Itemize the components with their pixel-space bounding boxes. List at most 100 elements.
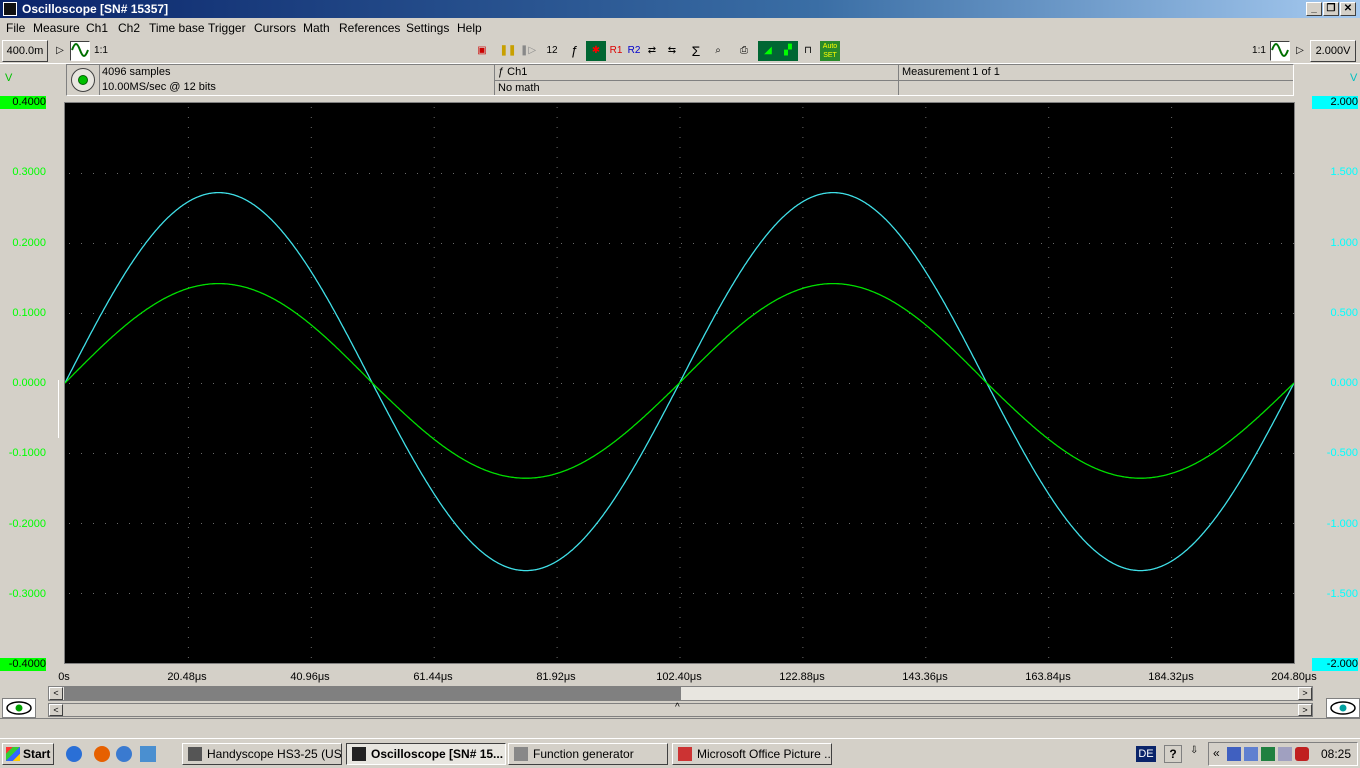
task-oscilloscope[interactable]: Oscilloscope [SN# 15... xyxy=(346,743,506,765)
zoom-marker[interactable]: ^ xyxy=(675,702,680,713)
grid-dot xyxy=(1048,187,1050,188)
ch2-probe-ratio[interactable]: 1:1 xyxy=(1248,41,1270,61)
security-shield-icon[interactable] xyxy=(1295,747,1309,761)
task-function-generator[interactable]: Function generator xyxy=(508,743,668,765)
grid-dot xyxy=(1053,453,1054,454)
menu-ch1[interactable]: Ch1 xyxy=(86,21,108,35)
task-picture-manager[interactable]: Microsoft Office Picture ... xyxy=(672,743,832,765)
language-indicator[interactable]: DE xyxy=(1136,746,1156,762)
zoom-left-button[interactable]: < xyxy=(49,704,63,716)
firefox-icon[interactable] xyxy=(94,746,110,762)
grid-dot xyxy=(225,523,226,524)
scroll-right-button[interactable]: > xyxy=(1298,687,1312,700)
grid-icon[interactable]: ▞ xyxy=(778,41,798,61)
network-icon[interactable] xyxy=(1227,747,1241,761)
import-icon[interactable]: ⇆ xyxy=(662,41,682,61)
grid-dot xyxy=(1171,327,1173,328)
grid-dot xyxy=(273,453,274,454)
quicklaunch-icon[interactable] xyxy=(140,746,156,762)
grid-dot xyxy=(1171,357,1173,358)
zoom-icon[interactable]: ⌕ xyxy=(708,41,728,61)
menu-settings[interactable]: Settings xyxy=(406,21,449,35)
function-icon[interactable]: ƒ xyxy=(564,41,584,61)
print-icon[interactable]: ⎙ xyxy=(734,41,754,61)
title-bar[interactable]: Oscilloscope [SN# 15357] _ ❐ ✕ xyxy=(0,0,1360,18)
zoom-right-button[interactable]: > xyxy=(1298,704,1312,716)
zoom-scrollbar[interactable]: < ^ > xyxy=(48,702,1313,717)
scroll-left-button[interactable]: < xyxy=(49,687,63,700)
auto-set-button[interactable]: Auto SET xyxy=(820,41,840,61)
grid-dot xyxy=(1101,173,1102,174)
grid-dot xyxy=(945,453,946,454)
grid-dot xyxy=(802,637,804,638)
ch1-ac-dc-icon[interactable]: ▷ xyxy=(50,41,70,61)
pause-icon[interactable]: ❚❚ xyxy=(498,41,518,61)
ch2-waveform-icon[interactable] xyxy=(1270,41,1290,61)
grid-dot xyxy=(925,547,927,548)
grid-dot xyxy=(837,593,838,594)
menu-trigger[interactable]: Trigger xyxy=(208,21,246,35)
persistence-icon[interactable]: ◢ xyxy=(758,41,778,61)
grid-dot xyxy=(837,243,838,244)
grid-dot xyxy=(1171,257,1173,258)
ch2-visibility-eye-icon[interactable] xyxy=(1326,698,1360,718)
menu-help[interactable]: Help xyxy=(457,21,482,35)
browser-icon[interactable] xyxy=(116,746,132,762)
grid-dot xyxy=(1048,647,1050,648)
menu-measure[interactable]: Measure xyxy=(33,21,80,35)
scroll-thumb[interactable] xyxy=(64,687,681,700)
ch2-ac-dc-icon[interactable]: ▷ xyxy=(1290,41,1310,61)
network2-icon[interactable] xyxy=(1244,747,1258,761)
cursor-icon[interactable]: ⊓ xyxy=(798,41,818,61)
wireless-icon[interactable] xyxy=(1261,747,1275,761)
close-button[interactable]: ✕ xyxy=(1340,2,1356,16)
ie-icon[interactable] xyxy=(66,746,82,762)
grid-dot xyxy=(310,467,312,468)
ch1-waveform-icon[interactable] xyxy=(70,41,90,61)
record-icon[interactable]: ▣ xyxy=(472,41,492,61)
sum-icon[interactable]: Σ xyxy=(686,41,706,61)
task-handyscope[interactable]: Handyscope HS3-25 (US... xyxy=(182,743,342,765)
xy-plot-icon[interactable]: ✱ xyxy=(586,41,606,61)
minimize-button[interactable]: _ xyxy=(1306,2,1322,16)
wifi-icon[interactable] xyxy=(1278,747,1292,761)
menu-file[interactable]: File xyxy=(6,21,25,35)
grid-dot xyxy=(1209,523,1210,524)
menu-math[interactable]: Math xyxy=(303,21,330,35)
tray-expand-icon[interactable]: « xyxy=(1213,746,1220,760)
menu-cursors[interactable]: Cursors xyxy=(254,21,296,35)
record-scrollbar[interactable]: < > xyxy=(48,686,1313,701)
start-button[interactable]: Start xyxy=(2,743,54,765)
ch1-range-value[interactable]: 400.0m xyxy=(2,40,48,62)
reference-r1-button[interactable]: R1 xyxy=(606,41,626,61)
ch1-visibility-eye-icon[interactable] xyxy=(2,698,36,718)
grid-dot xyxy=(187,477,189,478)
oscilloscope-plot[interactable] xyxy=(64,102,1295,664)
grid-dot xyxy=(433,137,435,138)
grid-dot xyxy=(1065,523,1066,524)
ch1-probe-ratio[interactable]: 1:1 xyxy=(90,41,112,61)
grid-dot xyxy=(381,453,382,454)
step-icon[interactable]: ❚▷ xyxy=(518,41,538,61)
grid-dot xyxy=(345,173,346,174)
taskbar-menu-icon[interactable]: ⇩ xyxy=(1190,745,1198,756)
grid-dot xyxy=(310,197,312,198)
help-icon[interactable]: ? xyxy=(1164,745,1182,763)
menu-ch2[interactable]: Ch2 xyxy=(118,21,140,35)
grid-dot xyxy=(433,527,435,528)
grid-dot xyxy=(802,357,804,358)
grid-dot xyxy=(1077,453,1078,454)
menu-references[interactable]: References xyxy=(339,21,400,35)
numbers-icon[interactable]: 12 xyxy=(542,41,562,61)
grid-dot xyxy=(117,313,118,314)
grid-dot xyxy=(802,187,804,188)
reference-r2-button[interactable]: R2 xyxy=(624,41,644,61)
trigger-level-marker[interactable] xyxy=(58,380,60,438)
ch2-range-value[interactable]: 2.000V xyxy=(1310,40,1356,62)
grid-dot xyxy=(310,267,312,268)
export-icon[interactable]: ⇄ xyxy=(642,41,662,61)
grid-dot xyxy=(556,207,558,208)
menu-time-base[interactable]: Time base xyxy=(149,21,205,35)
grid-dot xyxy=(1185,243,1186,244)
restore-button[interactable]: ❐ xyxy=(1323,2,1339,16)
